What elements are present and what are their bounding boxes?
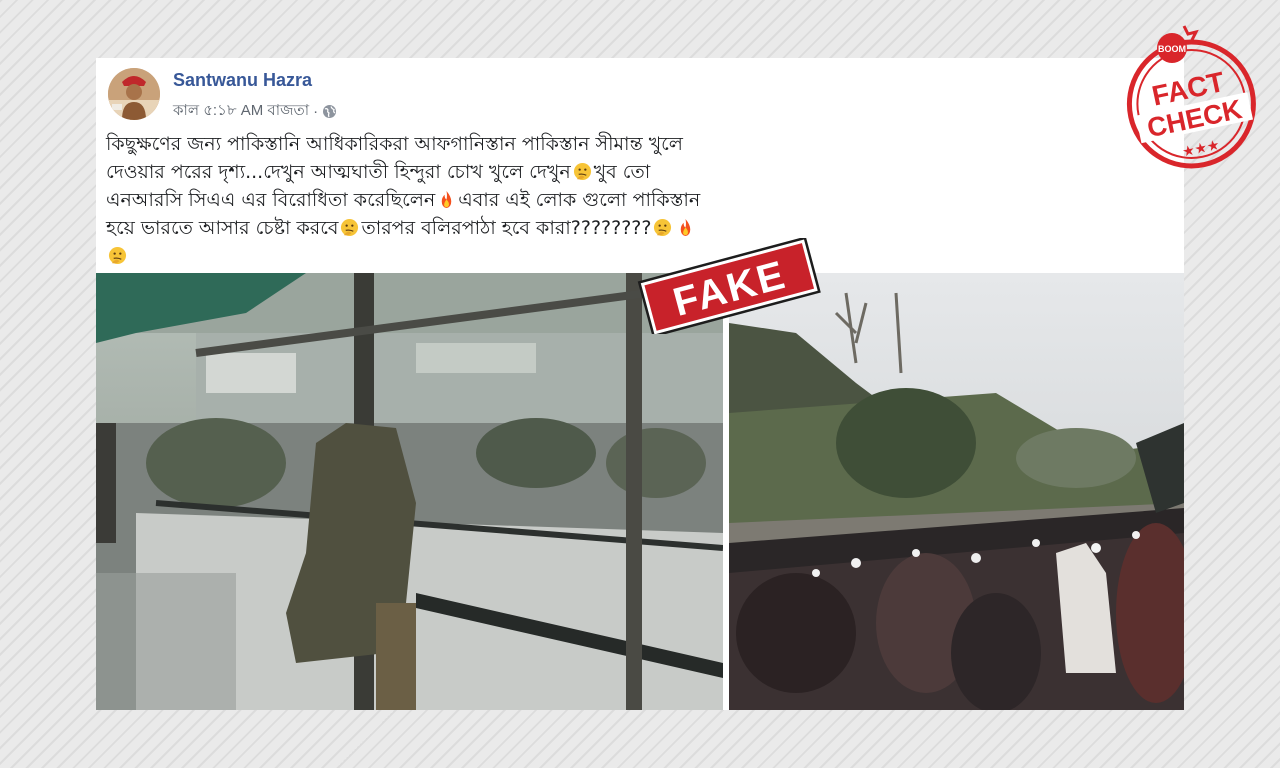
bomb-fuse-icon [1182,25,1199,41]
left-video-frame [96,273,724,710]
post-text-segment: এবার এই লোক গুলো পাকিস্তান [458,189,701,211]
post-text-segment: দেওয়ার পরের দৃশ্য...দেখুন আত্মঘাতী হিন্… [106,161,571,183]
meta-separator: · [313,103,319,120]
post-text-segment: এনআরসি সিএএ এর বিরোধিতা করেছিলেন [106,189,436,211]
right-video-frame [729,273,1184,710]
globe-icon [323,105,337,118]
thinking-face-emoji-icon [341,218,359,237]
post-text-line-3: এনআরসি সিএএ এর বিরোধিতা করেছিলেন এবার এই … [106,186,756,214]
thinking-face-emoji-icon [573,162,591,181]
boom-fact-check-stamp: FACT CHECK ★★★ BOOM [1124,20,1258,172]
post-media[interactable] [96,273,1184,710]
fact-check-graphic: { "post": { "author": "Santwanu Hazra", … [0,0,1280,768]
author-avatar[interactable] [108,68,160,120]
post-text-segment: তারপর বলিরপাঠা হবে কারা???????? [361,217,652,239]
thinking-face-emoji-icon [654,218,672,237]
fake-stamp-graphic: FAKE [637,238,821,334]
frame-divider [723,273,729,710]
fire-emoji-icon [442,190,452,209]
fake-label-stamp: FAKE [634,238,824,334]
post-text-line-2: দেওয়ার পরের দৃশ্য...দেখুন আত্মঘাতী হিন্… [106,158,756,186]
thinking-face-emoji-icon [108,246,127,265]
post-author-name[interactable]: Santwanu Hazra [173,70,312,91]
fire-emoji-icon [681,218,691,237]
post-text-segment: হয়ে ভারতে আসার চেষ্টা করবে [106,217,339,239]
boom-brand-text: BOOM [1158,44,1186,54]
post-text-line-1: কিছুক্ষণের জন্য পাকিস্তানি আধিকারিকরা আফ… [106,133,683,155]
post-text-segment: খুব তো [593,161,651,183]
media-frames [96,273,1184,710]
facebook-post-card: Santwanu Hazra কাল ৫:১৮ AM বাজতা · কিছুক… [96,58,1184,710]
post-meta: কাল ৫:১৮ AM বাজতা · [173,99,337,124]
post-timestamp[interactable]: কাল ৫:১৮ AM বাজতা [173,99,309,124]
fact-check-stamp-graphic: FACT CHECK ★★★ BOOM [1126,25,1256,169]
avatar-image [108,68,160,120]
